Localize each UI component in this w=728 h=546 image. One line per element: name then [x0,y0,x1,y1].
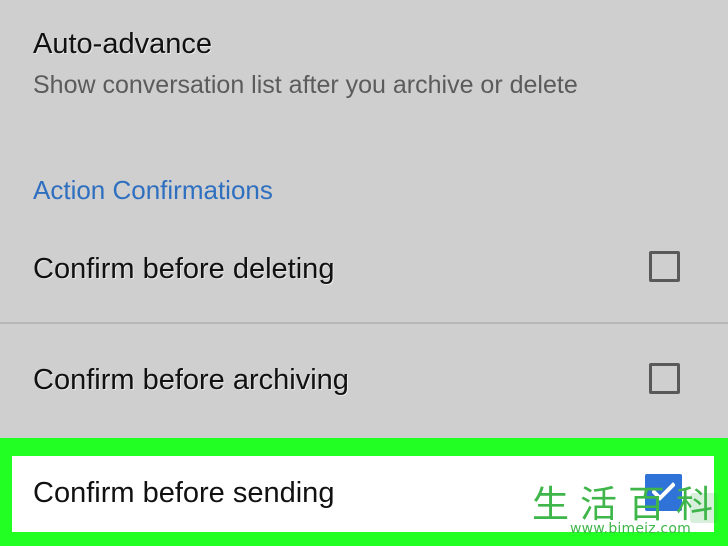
auto-advance-setting[interactable]: Auto-advance Show conversation list afte… [0,0,728,150]
watermark-url: www.bimeiz.com [570,521,691,537]
confirm-delete-label: Confirm before deleting [33,253,335,285]
action-confirmations-header: Action Confirmations [33,175,273,205]
checkbox-unchecked-icon[interactable] [649,251,680,282]
confirm-delete-row[interactable]: Confirm before deleting [0,215,728,323]
checkbox-unchecked-icon[interactable] [649,363,680,394]
auto-advance-subtitle: Show conversation list after you archive… [33,71,578,99]
confirm-send-label: Confirm before sending [33,477,335,509]
auto-advance-title: Auto-advance [33,28,212,60]
watermark-logo-icon [690,493,718,523]
confirm-archive-label: Confirm before archiving [33,364,349,396]
confirm-archive-row[interactable]: Confirm before archiving [0,324,728,438]
